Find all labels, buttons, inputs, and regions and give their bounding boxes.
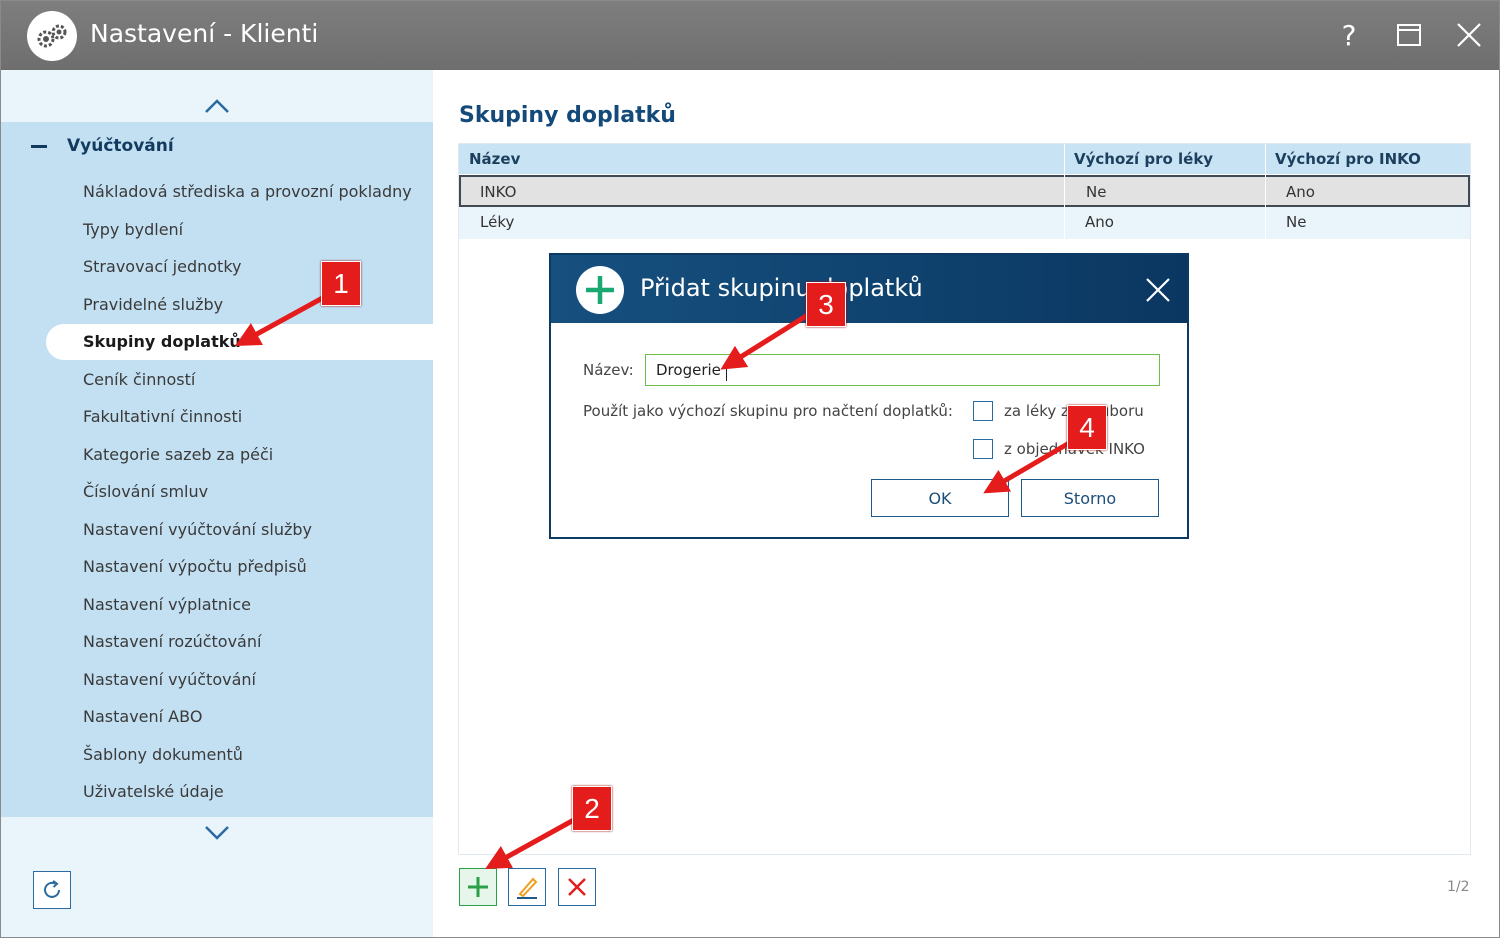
grid-header: Název Výchozí pro léky Výchozí pro INKO <box>459 144 1470 174</box>
sidebar-item-kategorie-sazeb[interactable]: Kategorie sazeb za péči <box>83 445 273 464</box>
chevron-up-icon[interactable] <box>204 98 230 114</box>
annotation-badge-3: 3 <box>806 282 846 327</box>
cell-nazev: INKO <box>480 183 517 201</box>
delete-button[interactable] <box>558 868 596 906</box>
settings-window: Nastavení - Klienti ? Vyúčtování Náklado… <box>0 0 1500 938</box>
annotation-badge-1: 1 <box>321 261 361 306</box>
sidebar-item-stravovaci-jednotky[interactable]: Stravovací jednotky <box>83 257 241 276</box>
name-input[interactable] <box>645 354 1160 386</box>
annotation-badge-4: 4 <box>1067 405 1107 450</box>
ok-button[interactable]: OK <box>871 479 1009 517</box>
sidebar-item-nastaveni-vyuctovani[interactable]: Nastavení vyúčtování <box>83 670 256 689</box>
sidebar-item-skupiny-doplatku[interactable]: Skupiny doplatků <box>83 332 241 351</box>
sidebar-section-vyuctovani[interactable]: Vyúčtování <box>31 136 174 156</box>
sidebar-item-cislovani-smluv[interactable]: Číslování smluv <box>83 482 208 501</box>
help-button[interactable]: ? <box>1329 15 1369 55</box>
add-button[interactable] <box>459 868 497 906</box>
cell-vychozi-leky: Ne <box>1086 183 1107 201</box>
dialog-close-button[interactable] <box>1141 273 1175 307</box>
section-label: Vyúčtování <box>67 136 174 156</box>
refresh-icon <box>44 880 60 898</box>
dialog-header: Přidat skupinu doplatků <box>551 255 1187 323</box>
checkbox-leky[interactable] <box>973 401 993 421</box>
window-title: Nastavení - Klienti <box>90 19 319 48</box>
sidebar-item-sablony-dokumentu[interactable]: Šablony dokumentů <box>83 745 243 764</box>
plus-icon <box>468 877 488 897</box>
pencil-icon <box>517 877 538 899</box>
dialog-title: Přidat skupinu doplatků <box>640 274 923 302</box>
sidebar-item-vyplatnice[interactable]: Nastavení výplatnice <box>83 595 251 614</box>
sidebar-item-nakladova-strediska[interactable]: Nákladová střediska a provozní pokladny <box>83 182 412 201</box>
chevron-down-icon[interactable] <box>204 825 230 841</box>
sidebar-item-rozuctovani[interactable]: Nastavení rozúčtování <box>83 632 261 651</box>
column-header-vychozi-leky[interactable]: Výchozí pro léky <box>1074 150 1213 168</box>
name-label: Název: <box>583 361 634 379</box>
maximize-icon <box>1397 24 1421 46</box>
cell-vychozi-leky: Ano <box>1085 213 1114 231</box>
collapse-icon <box>31 144 47 148</box>
sidebar-item-nastaveni-abo[interactable]: Nastavení ABO <box>83 707 202 726</box>
close-icon <box>1146 278 1170 302</box>
title-bar: Nastavení - Klienti ? <box>1 1 1499 70</box>
add-group-dialog: Přidat skupinu doplatků Název: Použít ja… <box>549 253 1189 539</box>
cell-vychozi-inko: Ne <box>1286 213 1307 231</box>
column-divider <box>1064 144 1065 239</box>
annotation-badge-2: 2 <box>572 786 612 831</box>
refresh-button[interactable] <box>33 871 71 909</box>
add-circle-icon <box>576 266 624 314</box>
table-row[interactable]: INKO Ne Ano <box>459 175 1470 207</box>
close-window-button[interactable] <box>1449 15 1489 55</box>
help-icon: ? <box>1341 18 1357 52</box>
sidebar-item-pravidelne-sluzby[interactable]: Pravidelné služby <box>83 295 223 314</box>
default-group-label: Použít jako výchozí skupinu pro načtení … <box>583 402 953 420</box>
sidebar-item-cenik-cinnosti[interactable]: Ceník činností <box>83 370 195 389</box>
column-header-nazev[interactable]: Název <box>469 150 520 168</box>
cell-vychozi-inko: Ano <box>1286 183 1315 201</box>
sidebar: Vyúčtování Nákladová střediska a provozn… <box>1 70 446 937</box>
gears-icon <box>27 11 77 61</box>
cell-nazev: Léky <box>480 213 515 231</box>
edit-button[interactable] <box>508 868 546 906</box>
sidebar-item-vyuctovani-sluzby[interactable]: Nastavení vyúčtování služby <box>83 520 312 539</box>
column-header-vychozi-inko[interactable]: Výchozí pro INKO <box>1275 150 1421 168</box>
sidebar-item-typy-bydleni[interactable]: Typy bydlení <box>83 220 183 239</box>
sidebar-item-vypoctu-predpisu[interactable]: Nastavení výpočtu předpisů <box>83 557 307 576</box>
sidebar-item-fakultativni-cinnosti[interactable]: Fakultativní činnosti <box>83 407 242 426</box>
sidebar-item-uzivatelske-udaje[interactable]: Uživatelské údaje <box>83 782 224 801</box>
text-caret <box>726 361 727 381</box>
close-icon <box>1457 23 1481 47</box>
cancel-button[interactable]: Storno <box>1021 479 1159 517</box>
page-indicator: 1/2 <box>1447 879 1470 895</box>
maximize-button[interactable] <box>1389 15 1429 55</box>
checkbox-inko[interactable] <box>973 439 993 459</box>
table-row[interactable]: Léky Ano Ne <box>459 207 1470 239</box>
sidebar-scroll-up-area <box>1 70 433 122</box>
column-divider <box>1265 144 1266 239</box>
page-title: Skupiny doplatků <box>459 103 676 128</box>
delete-x-icon <box>568 878 586 896</box>
